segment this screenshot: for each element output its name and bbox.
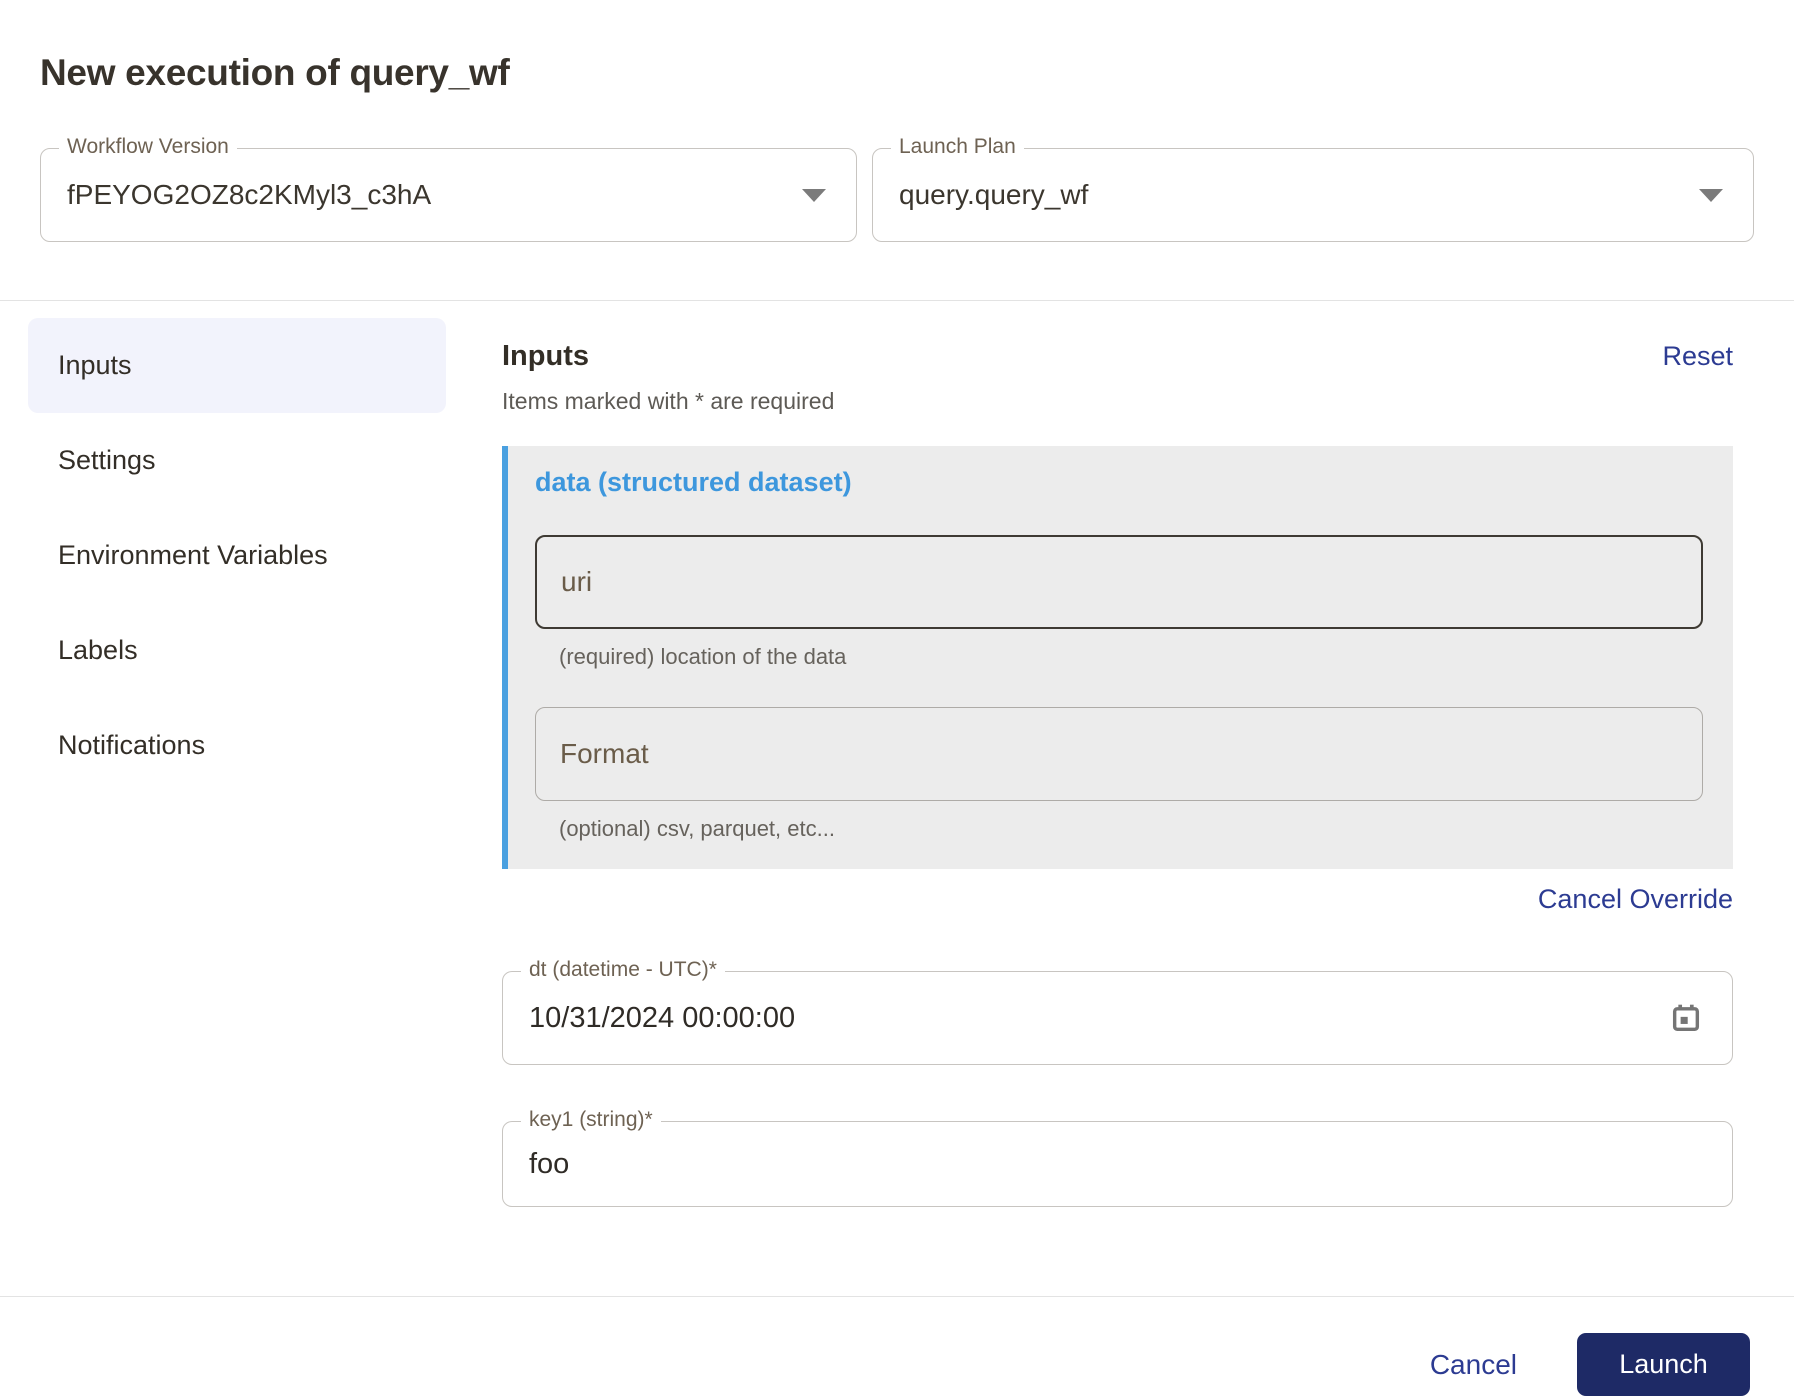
reset-button[interactable]: Reset <box>1662 341 1733 372</box>
key1-string-field: key1 (string)* <box>502 1121 1733 1207</box>
workflow-version-select[interactable]: Workflow Version fPEYOG2OZ8c2KMyl3_c3hA <box>40 148 857 242</box>
sidebar-item-label: Labels <box>58 635 138 666</box>
dt-field-label: dt (datetime - UTC)* <box>521 958 725 982</box>
inputs-header: Inputs Reset <box>502 340 1733 373</box>
sidebar-item-label: Inputs <box>58 350 132 381</box>
top-selects-row: Workflow Version fPEYOG2OZ8c2KMyl3_c3hA … <box>40 148 1754 242</box>
sidebar-item-settings[interactable]: Settings <box>28 413 446 508</box>
sidebar-item-environment-variables[interactable]: Environment Variables <box>28 508 446 603</box>
required-note: Items marked with * are required <box>502 388 1733 415</box>
sidebar-item-label: Notifications <box>58 730 205 761</box>
sidebar-item-label: Settings <box>58 445 156 476</box>
uri-input[interactable] <box>535 535 1703 629</box>
format-input[interactable] <box>535 707 1703 801</box>
inputs-heading: Inputs <box>502 340 589 373</box>
calendar-icon <box>1669 1001 1703 1035</box>
new-execution-dialog: New execution of query_wf Workflow Versi… <box>0 0 1794 1396</box>
sidebar-item-label: Environment Variables <box>58 540 328 571</box>
workflow-version-label: Workflow Version <box>59 135 237 159</box>
format-helper-text: (optional) csv, parquet, etc... <box>559 816 1703 842</box>
launch-plan-label: Launch Plan <box>891 135 1024 159</box>
cancel-button[interactable]: Cancel <box>1430 1349 1517 1381</box>
page-title: New execution of query_wf <box>0 0 1794 94</box>
sidebar-item-notifications[interactable]: Notifications <box>28 698 446 793</box>
workflow-version-value: fPEYOG2OZ8c2KMyl3_c3hA <box>41 179 431 211</box>
key1-input[interactable] <box>503 1122 1732 1206</box>
content-area: Inputs Settings Environment Variables La… <box>0 301 1794 1296</box>
calendar-icon-button[interactable] <box>1658 990 1714 1046</box>
cancel-override-button[interactable]: Cancel Override <box>1538 884 1733 914</box>
sidebar-item-labels[interactable]: Labels <box>28 603 446 698</box>
inputs-panel: Inputs Reset Items marked with * are req… <box>502 318 1733 1207</box>
structured-dataset-label: data (structured dataset) <box>535 467 1703 498</box>
sidebar-nav: Inputs Settings Environment Variables La… <box>28 318 446 793</box>
launch-button[interactable]: Launch <box>1577 1333 1750 1396</box>
key1-field-label: key1 (string)* <box>521 1108 661 1132</box>
sidebar-item-inputs[interactable]: Inputs <box>28 318 446 413</box>
structured-dataset-group: data (structured dataset) (required) loc… <box>502 446 1733 869</box>
uri-helper-text: (required) location of the data <box>559 644 1703 670</box>
launch-plan-select[interactable]: Launch Plan query.query_wf <box>872 148 1754 242</box>
dt-input[interactable] <box>503 972 1658 1064</box>
dialog-footer: Cancel Launch <box>0 1297 1794 1396</box>
chevron-down-icon[interactable] <box>1699 189 1723 202</box>
launch-plan-value: query.query_wf <box>873 179 1088 211</box>
chevron-down-icon[interactable] <box>802 189 826 202</box>
dt-datetime-field: dt (datetime - UTC)* <box>502 971 1733 1065</box>
override-actions: Cancel Override <box>502 884 1733 915</box>
